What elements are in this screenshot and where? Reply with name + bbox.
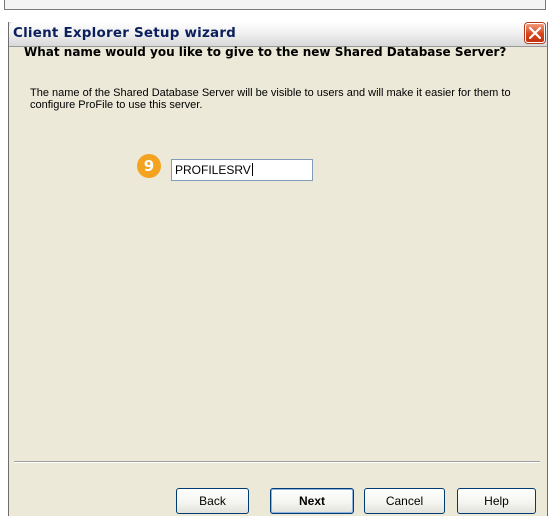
close-icon xyxy=(529,27,541,39)
background-window-frame xyxy=(4,0,546,10)
help-button[interactable]: Help xyxy=(457,488,536,514)
wizard-question: What name would you like to give to the … xyxy=(24,45,507,59)
step-number-badge: 9 xyxy=(137,154,161,178)
text-caret xyxy=(251,163,253,176)
window-title: Client Explorer Setup wizard xyxy=(13,25,237,41)
back-button[interactable]: Back xyxy=(176,488,249,514)
next-button[interactable]: Next xyxy=(270,488,354,514)
server-name-value: PROFILESRV xyxy=(175,163,251,177)
close-button[interactable] xyxy=(525,23,545,43)
button-separator xyxy=(14,461,540,463)
cancel-button[interactable]: Cancel xyxy=(364,488,445,514)
title-bar[interactable]: Client Explorer Setup wizard xyxy=(9,22,547,47)
background-window-edge xyxy=(0,0,548,18)
wizard-description: The name of the Shared Database Server w… xyxy=(30,87,511,111)
server-name-input[interactable]: PROFILESRV xyxy=(171,159,313,181)
